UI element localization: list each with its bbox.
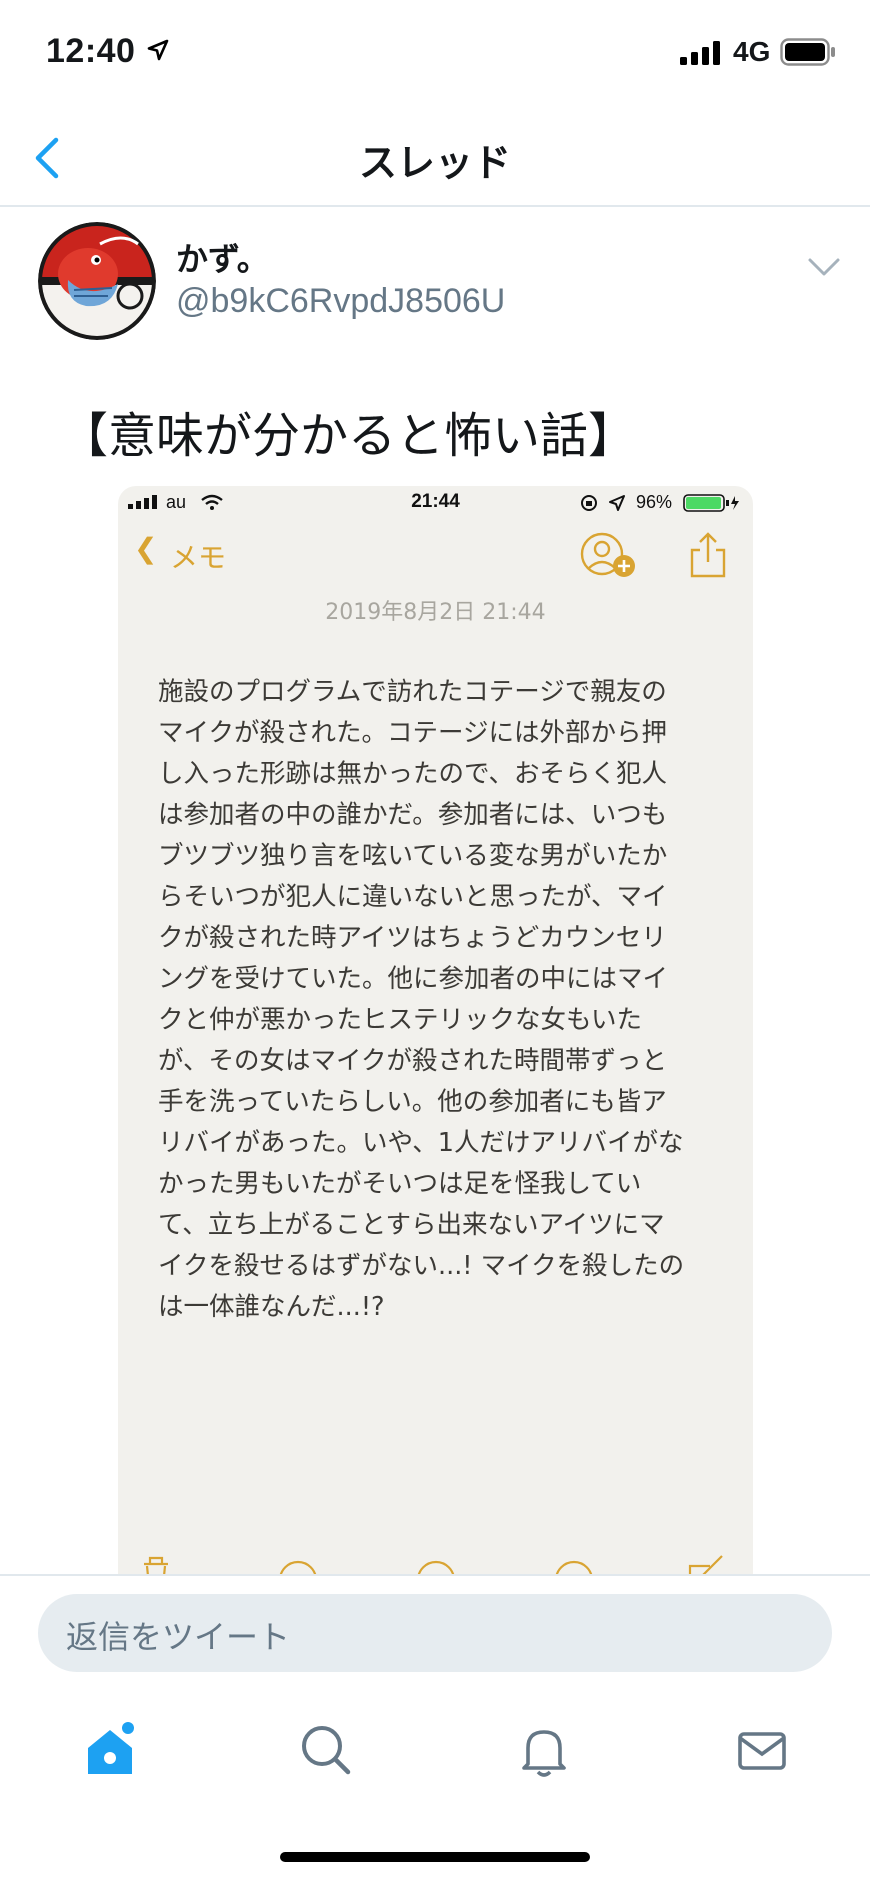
media-back-label: メモ [170, 541, 227, 574]
media-compose-icon [688, 1555, 723, 1576]
media-notes-toolbar [144, 1555, 723, 1576]
media-battery-icon [683, 494, 739, 512]
status-bar: 12:40 4G [0, 0, 870, 110]
media-note-date: 2019年8月2日 21:44 [325, 600, 546, 625]
media-battery-percent: 96% [636, 492, 673, 512]
note-line: は参加者の中の誰かだ。参加者には、いつも [158, 800, 668, 830]
cell-signal-icon [680, 41, 720, 65]
location-arrow-icon [147, 39, 169, 61]
media-note-body: 施設のプログラムで訪れたコテージで親友の マイクが殺された。コテージには外部から… [158, 672, 718, 1328]
media-status-bar: au 21:44 96% [118, 486, 753, 520]
reply-placeholder: 返信をツイート [66, 1618, 291, 1656]
reply-input[interactable]: 返信をツイート [38, 1594, 832, 1672]
note-line: かった男もいたがそいつは足を怪我してい [158, 1169, 642, 1199]
bell-icon[interactable] [514, 1720, 574, 1780]
network-type: 4G [733, 36, 771, 67]
note-line: は一体誰なんだ...!? [158, 1292, 385, 1322]
media-location-icon [609, 495, 625, 511]
note-line: 手を洗っていたらしい。他の参加者にも皆ア [158, 1087, 667, 1117]
mail-icon[interactable] [732, 1720, 792, 1780]
avatar[interactable] [38, 222, 156, 340]
media-add-person-icon [580, 532, 635, 577]
note-line: 施設のプログラムで訪れたコテージで親友の [158, 677, 667, 707]
tweet-media-image[interactable]: au 21:44 96% ❮ メモ 2019年8月2日 21:44 施設のプログ… [118, 486, 753, 1576]
note-line: ブツブツ独り言を呟いている変な男がいたか [158, 841, 668, 871]
note-line: て、立ち上がることすら出来ないアイツにマ [158, 1210, 665, 1240]
home-icon[interactable] [80, 1720, 140, 1780]
note-line: らそいつが犯人に違いないと思ったが、マイ [158, 882, 668, 912]
status-time: 12:40 [46, 32, 136, 70]
media-share-icon [690, 532, 726, 578]
battery-icon [780, 38, 835, 66]
navigation-bar: スレッド [0, 110, 870, 207]
note-line: マイクが殺された。コテージには外部から押 [158, 718, 667, 748]
avatar-image [38, 222, 156, 340]
note-line: クが殺された時アイツはちょうどカウンセリ [158, 923, 667, 953]
note-line: リバイがあった。いや、1人だけアリバイがな [158, 1128, 684, 1158]
note-line: ングを受けていた。他に参加者の中にはマイ [158, 964, 669, 994]
chevron-down-icon[interactable] [806, 252, 842, 280]
page-title: スレッド [358, 141, 511, 185]
display-name[interactable]: かず。 [176, 234, 269, 280]
media-orientation-lock-icon [581, 495, 597, 511]
home-indicator [280, 1852, 590, 1862]
user-handle[interactable]: @b9kC6RvpdJ8506U [176, 282, 505, 321]
media-back-chevron-icon: ❮ [134, 532, 158, 565]
search-icon[interactable] [296, 1720, 356, 1780]
note-line: が、その女はマイクが殺された時間帯ずっと [158, 1046, 667, 1076]
note-line: クと仲が悪かったヒステリックな女もいた [158, 1005, 642, 1035]
note-line: イクを殺せるはずがない...! マイクを殺したの [158, 1251, 685, 1281]
tweet-text: 【意味が分かると怖い話】 [60, 408, 637, 464]
note-line: し入った形跡は無かったので、おそらく犯人 [158, 759, 667, 789]
